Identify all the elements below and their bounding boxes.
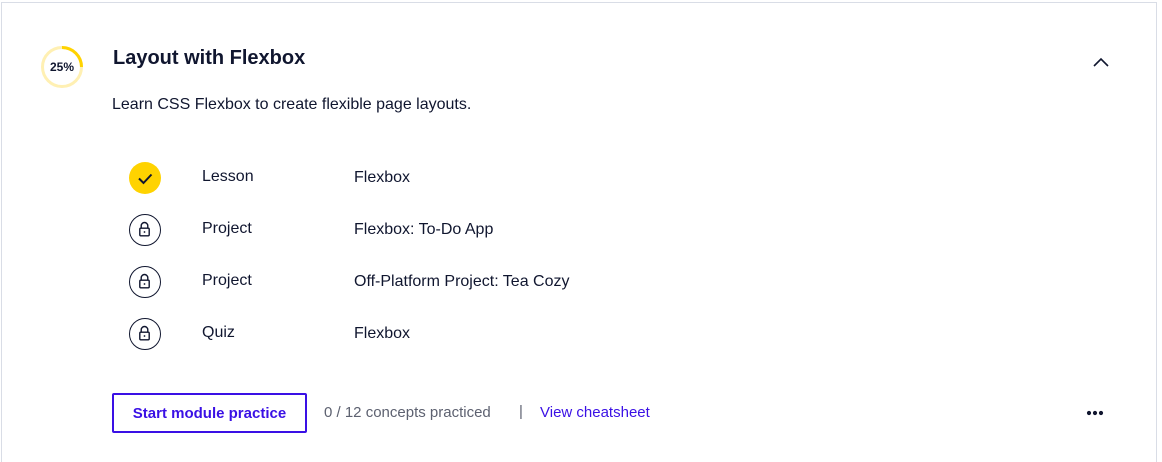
checkmark-icon <box>138 173 153 185</box>
module-footer: Start module practice 0 / 12 concepts pr… <box>112 393 1112 433</box>
chevron-up-icon <box>1093 57 1109 67</box>
lock-icon <box>139 221 150 237</box>
more-options-button[interactable] <box>1084 403 1106 423</box>
item-type: Project <box>202 272 252 289</box>
module-item-project-tea-cozy[interactable]: Project Off-Platform Project: Tea Cozy <box>129 264 829 316</box>
module-item-quiz-flexbox[interactable]: Quiz Flexbox <box>129 316 829 368</box>
item-type: Lesson <box>202 168 254 185</box>
item-type: Quiz <box>202 324 235 341</box>
locked-status <box>129 214 161 246</box>
module-description: Learn CSS Flexbox to create flexible pag… <box>112 96 472 113</box>
module-title: Layout with Flexbox <box>113 47 306 69</box>
lock-icon <box>139 273 150 289</box>
locked-status <box>129 318 161 350</box>
footer-separator: | <box>519 403 523 420</box>
progress-label: 25% <box>49 60 75 74</box>
module-item-lesson-flexbox[interactable]: Lesson Flexbox <box>129 160 829 212</box>
view-cheatsheet-link[interactable]: View cheatsheet <box>540 404 650 421</box>
completed-status <box>129 162 161 194</box>
start-module-practice-button[interactable]: Start module practice <box>112 393 307 433</box>
item-name: Flexbox: To-Do App <box>354 221 494 238</box>
progress-ring: 25% <box>40 45 84 89</box>
more-horizontal-icon <box>1086 410 1104 416</box>
lock-icon <box>139 325 150 341</box>
collapse-button[interactable] <box>1088 49 1114 75</box>
module-item-project-todo-app[interactable]: Project Flexbox: To-Do App <box>129 212 829 264</box>
module-card: 25% Layout with Flexbox Learn CSS Flexbo… <box>1 2 1157 462</box>
item-name: Flexbox <box>354 325 411 342</box>
locked-status <box>129 266 161 298</box>
item-type: Project <box>202 220 252 237</box>
item-name: Flexbox <box>354 169 411 186</box>
item-name: Off-Platform Project: Tea Cozy <box>354 273 570 290</box>
module-item-list: Lesson Flexbox Project Flexbox: To-Do Ap… <box>129 160 829 368</box>
concepts-practiced-text: 0 / 12 concepts practiced <box>324 404 491 421</box>
